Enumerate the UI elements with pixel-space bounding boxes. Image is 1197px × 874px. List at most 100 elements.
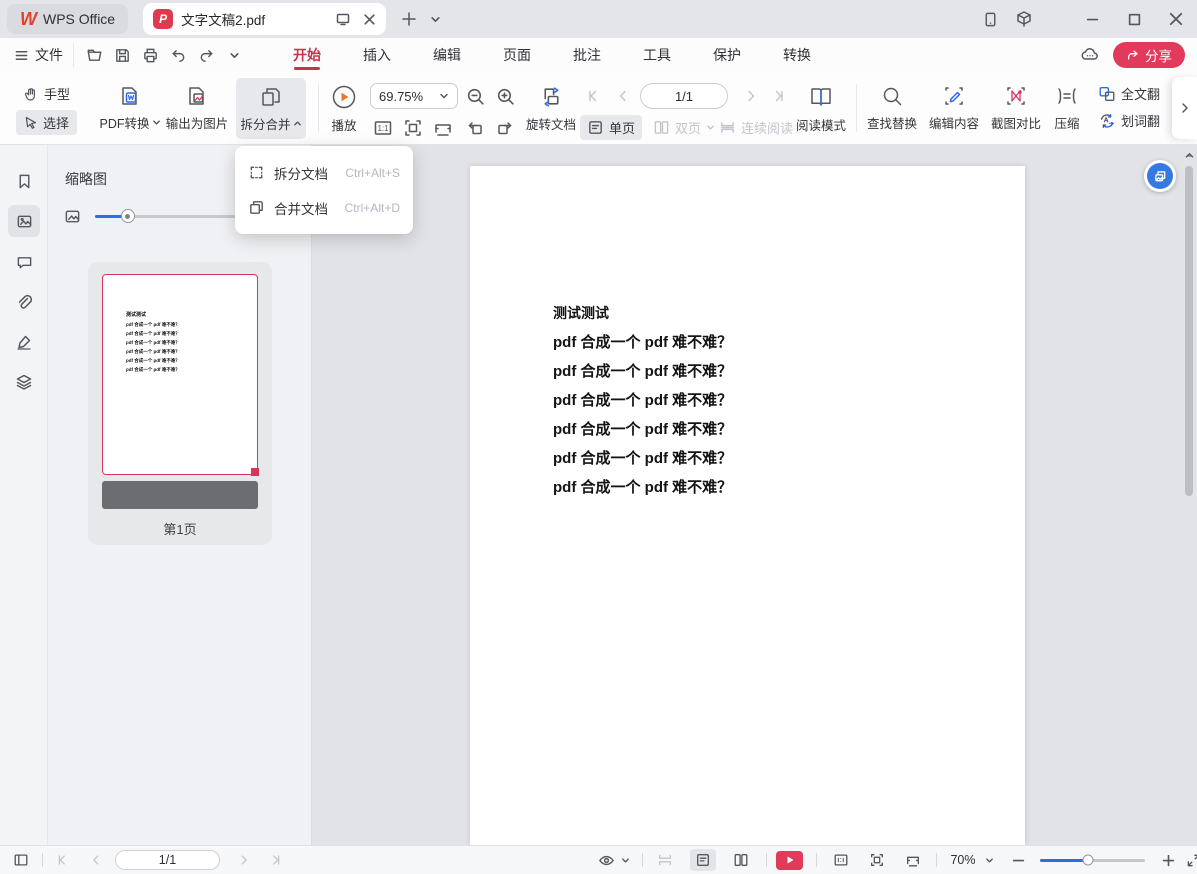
sb-zoom-slider-knob[interactable]	[1083, 855, 1094, 866]
sb-double-page-button[interactable]	[728, 846, 754, 874]
compress-button[interactable]: 压缩	[1046, 78, 1088, 137]
thumb-size-slider-knob[interactable]	[121, 209, 135, 223]
tab-annotate[interactable]: 批注	[552, 38, 622, 72]
document-canvas[interactable]: 测试测试 pdf 合成一个 pdf 难不难？ pdf 合成一个 pdf 难不难？…	[312, 145, 1197, 845]
sb-prev-page-button[interactable]	[84, 846, 108, 874]
tab-convert[interactable]: 转换	[762, 38, 832, 72]
sb-first-page-button[interactable]	[50, 846, 74, 874]
tab-tools[interactable]: 工具	[622, 38, 692, 72]
play-button[interactable]: 播放	[322, 78, 366, 139]
sb-zoom-slider[interactable]	[1040, 859, 1145, 862]
thumbnail-tab[interactable]	[8, 205, 40, 237]
sb-zoom-chevron-icon[interactable]	[982, 846, 996, 874]
hand-tool-button[interactable]: 手型	[16, 81, 77, 106]
rotate-doc-button[interactable]: 旋转文档	[522, 78, 580, 138]
redo-icon[interactable]	[194, 43, 218, 67]
sb-zoom-in-button[interactable]	[1158, 846, 1178, 874]
sb-slideshow-button[interactable]	[776, 851, 803, 870]
double-page-button[interactable]: 双页	[646, 115, 722, 140]
zoom-in-button[interactable]	[492, 83, 518, 109]
tab-home[interactable]: 开始	[272, 38, 342, 72]
vertical-scrollbar[interactable]	[1183, 148, 1196, 842]
app-menu-chip[interactable]: W WPS Office	[7, 4, 128, 34]
print-icon[interactable]	[138, 43, 162, 67]
cube-workspace-icon[interactable]	[1007, 2, 1041, 36]
export-image-button[interactable]: 输出为图片	[160, 78, 234, 137]
split-merge-button[interactable]: 拆分合并	[236, 78, 306, 139]
tab-insert[interactable]: 插入	[342, 38, 412, 72]
sb-fullscreen-button[interactable]	[1182, 846, 1197, 874]
page-input[interactable]: 1/1	[640, 83, 728, 109]
page-thumbnail-card[interactable]: 测试测试 pdf 合成一个 pdf 难不难？ pdf 合成一个 pdf 难不难？…	[88, 262, 272, 545]
tab-edit[interactable]: 编辑	[412, 38, 482, 72]
sidebar-toggle-button[interactable]	[8, 846, 34, 874]
tab-protect[interactable]: 保护	[692, 38, 762, 72]
toolbar-expand-button[interactable]	[1172, 77, 1197, 139]
tab-page[interactable]: 页面	[482, 38, 552, 72]
edit-content-button[interactable]: 编辑内容	[924, 78, 984, 137]
tab-close-icon[interactable]	[363, 13, 376, 26]
fit-width-button[interactable]	[430, 115, 456, 141]
prev-page-button[interactable]	[610, 83, 636, 109]
rotate-right-button[interactable]	[492, 115, 518, 141]
file-menu[interactable]: 文件	[0, 45, 73, 65]
sb-page-input[interactable]: 1/1	[115, 850, 220, 870]
signature-tab[interactable]	[8, 326, 40, 358]
next-page-button[interactable]	[738, 83, 764, 109]
scrollbar-thumb[interactable]	[1185, 166, 1193, 496]
page-thumbnail[interactable]: 测试测试 pdf 合成一个 pdf 难不难？ pdf 合成一个 pdf 难不难？…	[102, 274, 258, 475]
cursor-icon	[23, 115, 38, 130]
sb-last-page-button[interactable]	[264, 846, 288, 874]
float-export-image-button[interactable]	[1144, 160, 1176, 192]
last-page-button[interactable]	[766, 83, 792, 109]
sb-single-page-button[interactable]	[690, 849, 716, 871]
minimize-button[interactable]	[1071, 2, 1113, 36]
new-tab-button[interactable]	[396, 6, 422, 32]
cloud-more-icon[interactable]	[1077, 42, 1103, 68]
thumbnail-resize-handle[interactable]	[251, 468, 259, 476]
pdf-page[interactable]: 测试测试 pdf 合成一个 pdf 难不难？ pdf 合成一个 pdf 难不难？…	[470, 166, 1025, 845]
sb-fit-width-button[interactable]	[900, 846, 926, 874]
comment-tab[interactable]	[8, 246, 40, 278]
layers-tab[interactable]	[8, 366, 40, 398]
rotate-left-button[interactable]	[462, 115, 488, 141]
phone-sync-icon[interactable]	[973, 2, 1007, 36]
single-page-button[interactable]: 单页	[580, 115, 642, 140]
quickbar-chevron-icon[interactable]	[222, 43, 246, 67]
sb-continuous-button[interactable]	[652, 846, 678, 874]
scroll-up-button[interactable]	[1183, 148, 1196, 162]
actual-size-button[interactable]: 1:1	[370, 115, 396, 141]
share-button[interactable]: 分享	[1113, 42, 1185, 68]
undo-icon[interactable]	[166, 43, 190, 67]
find-replace-button[interactable]: 查找替换	[862, 78, 922, 137]
pdf-convert-button[interactable]: PDF转换	[98, 78, 162, 137]
view-eye-button[interactable]	[594, 846, 618, 874]
bookmark-tab[interactable]	[8, 165, 40, 197]
attachment-tab[interactable]	[8, 286, 40, 318]
sb-actual-size-button[interactable]	[828, 846, 854, 874]
merge-doc-menuitem[interactable]: 合并文档 Ctrl+Alt+D	[235, 190, 413, 225]
word-translate-button[interactable]: 划词翻	[1096, 109, 1166, 132]
maximize-button[interactable]	[1113, 2, 1155, 36]
read-mode-button[interactable]: 阅读模式	[792, 78, 850, 139]
split-doc-menuitem[interactable]: 拆分文档 Ctrl+Alt+S	[235, 155, 413, 190]
view-eye-chevron-icon[interactable]	[618, 846, 632, 874]
first-page-button[interactable]	[580, 83, 606, 109]
sb-zoom-out-button[interactable]	[1008, 846, 1028, 874]
sb-zoom-percent[interactable]: 70%	[946, 846, 980, 874]
screenshot-compare-button[interactable]: 截图对比	[986, 78, 1046, 137]
tab-window-icon[interactable]	[335, 11, 351, 27]
zoom-select[interactable]: 69.75%	[370, 83, 458, 109]
save-icon[interactable]	[110, 43, 134, 67]
select-tool-button[interactable]: 选择	[16, 110, 77, 135]
full-translate-button[interactable]: 全文翻	[1096, 82, 1166, 105]
open-icon[interactable]	[82, 43, 106, 67]
tab-list-chevron-icon[interactable]	[422, 6, 448, 32]
zoom-out-button[interactable]	[462, 83, 488, 109]
sb-next-page-button[interactable]	[232, 846, 256, 874]
sb-fit-page-button[interactable]	[864, 846, 890, 874]
continuous-read-button[interactable]: 连续阅读	[712, 115, 800, 140]
fit-page-button[interactable]	[400, 115, 426, 141]
close-button[interactable]	[1155, 2, 1197, 36]
document-tab[interactable]: P 文字文稿2.pdf	[143, 3, 386, 35]
